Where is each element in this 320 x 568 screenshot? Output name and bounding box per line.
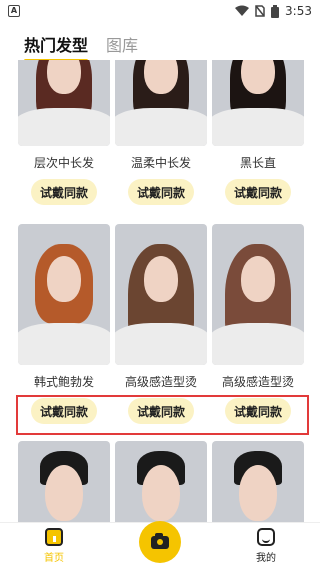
hairstyle-name: 温柔中长发 [130, 156, 191, 170]
no-sim-icon [255, 5, 265, 17]
hairstyle-name: 黑长直 [239, 156, 276, 170]
hairstyle-card[interactable]: 韩式鲍勃发 试戴同款 [18, 224, 110, 424]
face-shape [144, 256, 178, 302]
face-shape [45, 465, 83, 521]
hairstyle-photo[interactable] [18, 441, 110, 522]
smile-icon [257, 528, 275, 546]
hairstyle-photo[interactable] [212, 441, 304, 522]
hairstyle-name: 层次中长发 [33, 156, 94, 170]
shirt-shape [18, 323, 110, 365]
try-on-button[interactable]: 试戴同款 [31, 179, 97, 205]
hairstyle-card[interactable]: 黑长直 试戴同款 [212, 60, 304, 205]
top-tabs: 热门发型 图库 [0, 26, 320, 62]
status-time: 3:53 [285, 4, 312, 18]
shirt-shape [212, 108, 304, 146]
hairstyle-name: 高级感造型烫 [124, 375, 197, 389]
nav-mine[interactable]: 我的 [236, 528, 296, 564]
hairstyle-card[interactable]: 温柔中长发 试戴同款 [115, 60, 207, 205]
try-on-button[interactable]: 试戴同款 [225, 179, 291, 205]
shirt-shape [115, 323, 207, 365]
battery-icon [271, 4, 280, 18]
face-shape [142, 465, 180, 521]
face-shape [239, 465, 277, 521]
nav-home[interactable]: 首页 [24, 528, 84, 564]
nav-home-label: 首页 [44, 553, 64, 564]
hairstyle-photo[interactable] [212, 60, 304, 146]
hairstyle-photo[interactable] [115, 441, 207, 522]
wifi-icon [235, 5, 250, 16]
hairstyle-grid: 层次中长发 试戴同款 温柔中长发 试戴同款 黑长直 试戴同款 韩式鲍勃发 试戴同款 高级感造型烫… [0, 60, 320, 522]
a-box-icon: A [8, 5, 20, 17]
home-icon [45, 528, 63, 546]
bottom-nav: 首页 我的 [0, 521, 320, 568]
shirt-shape [18, 108, 110, 146]
hairstyle-name: 韩式鲍勃发 [33, 375, 94, 389]
face-shape [241, 256, 275, 302]
shirt-shape [212, 323, 304, 365]
hairstyle-card[interactable]: 层次中长发 试戴同款 [18, 60, 110, 205]
hairstyle-card[interactable]: 高级感造型烫 试戴同款 [115, 224, 207, 424]
hairstyle-photo[interactable] [18, 224, 110, 365]
face-shape [47, 256, 81, 302]
status-bar: A 3:53 [0, 0, 320, 22]
hairstyle-photo[interactable] [115, 60, 207, 146]
try-on-button[interactable]: 试戴同款 [128, 179, 194, 205]
status-right: 3:53 [235, 4, 312, 18]
hairstyle-card[interactable] [212, 441, 304, 522]
hairstyle-photo[interactable] [212, 224, 304, 365]
tab-gallery[interactable]: 图库 [106, 26, 138, 56]
hairstyle-photo[interactable] [115, 224, 207, 365]
hairstyle-card[interactable] [18, 441, 110, 522]
highlight-box [16, 395, 309, 435]
hairstyle-name: 高级感造型烫 [221, 375, 294, 389]
hairstyle-card[interactable] [115, 441, 207, 522]
shirt-shape [115, 108, 207, 146]
hairstyle-photo[interactable] [18, 60, 110, 146]
tab-hot-styles[interactable]: 热门发型 [24, 26, 89, 62]
hairstyle-card[interactable]: 高级感造型烫 试戴同款 [212, 224, 304, 424]
nav-mine-label: 我的 [256, 553, 276, 564]
camera-button[interactable] [139, 521, 181, 563]
status-left: A [8, 5, 20, 17]
camera-icon [151, 532, 169, 549]
